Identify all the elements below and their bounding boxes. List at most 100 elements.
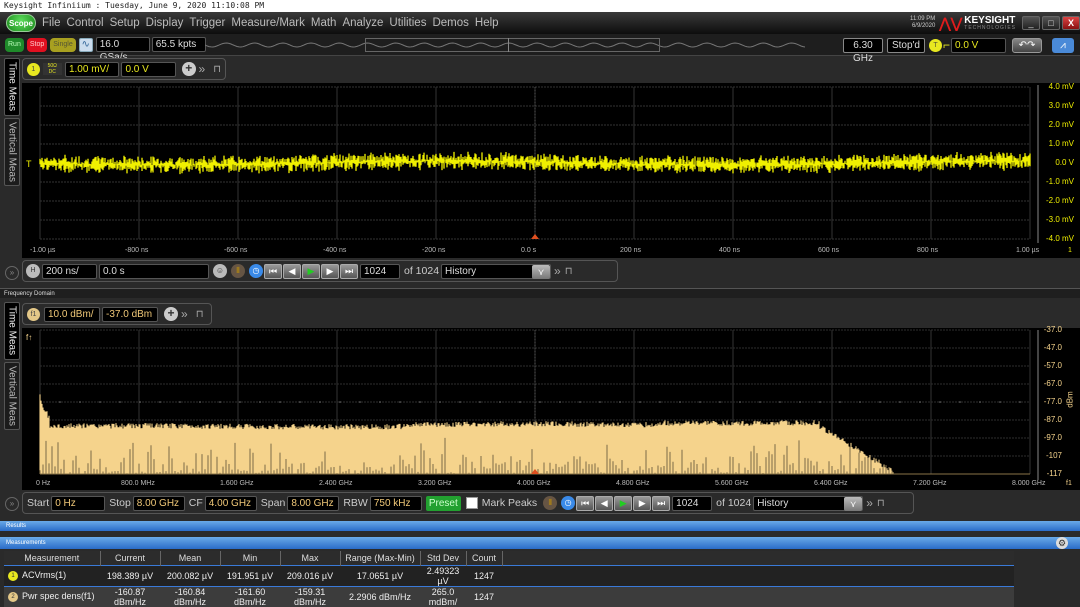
dropdown-icon[interactable]: ⋎ [532,264,551,279]
undo-redo-button[interactable]: ↶↷ [1012,37,1042,53]
trigger-level[interactable]: 0.0 V [951,37,1006,53]
menu-control[interactable]: Control [67,17,104,29]
keysight-wave-icon: ⋀⋁ [939,14,963,31]
minimize-button[interactable]: _ [1022,16,1040,30]
vertical-offset[interactable]: 0.0 V [121,61,176,77]
segment-number[interactable]: 1024 [360,263,400,279]
first-segment-button[interactable]: ⏮ [576,495,595,511]
dropdown-icon[interactable]: ⋎ [844,496,863,511]
tab-time-meas-freq[interactable]: Time Meas [4,302,20,360]
next-segment-button[interactable]: ▶ [633,495,652,511]
run-button[interactable]: Run [5,37,24,52]
col-measurement[interactable]: Measurement [4,551,101,565]
time-scale[interactable]: 200 ns/ [42,263,97,279]
expand-side-button[interactable]: » [5,497,19,511]
table-row[interactable]: 2 Pwr spec dens(f1) -160.87 dBm/Hz -160.8… [4,586,1014,607]
span-frequency[interactable]: 8.00 GHz [287,495,340,511]
menu-display[interactable]: Display [146,17,184,29]
stop-frequency[interactable]: 8.00 GHz [132,495,185,511]
bandwidth-field[interactable]: 6.30 GHz [842,37,883,64]
grid-dot [399,401,401,403]
col-std-dev[interactable]: Std Dev [420,551,467,565]
pin-icon[interactable]: ⊓ [196,309,204,320]
menu-demos[interactable]: Demos [432,17,468,29]
history-select[interactable]: History ⋎ [753,495,864,511]
zoom-window-indicator[interactable] [365,38,660,52]
preset-button[interactable]: Preset [425,495,461,511]
time-domain-plot[interactable]: T [22,83,1080,258]
time-delay[interactable]: 0.0 s [99,263,209,279]
add-icon[interactable]: + [164,307,178,321]
grid-dot [879,401,881,403]
segments-icon[interactable]: ⦀ [543,496,558,510]
chevron-right-icon[interactable]: » [199,62,206,76]
menu-file[interactable]: File [42,17,61,29]
channel1-controls: 1 50Ω DC 1.00 mV/ 0.0 V + » ⊓ [22,58,226,80]
menu-help[interactable]: Help [475,17,499,29]
chevron-right-icon[interactable]: » [554,264,561,278]
close-button[interactable]: X [1062,16,1080,30]
menu-trigger[interactable]: Trigger [189,17,225,29]
play-button[interactable]: ▶ [302,263,320,279]
expand-side-button[interactable]: » [5,266,19,280]
channel1-badge[interactable]: 1 [27,62,40,76]
trigger-badge[interactable]: T [928,38,942,52]
col-current[interactable]: Current [100,551,161,565]
freq-vertical-scale[interactable]: 10.0 dBm/ [44,306,100,322]
col-mean[interactable]: Mean [160,551,221,565]
mode-icon[interactable]: ⩘ [1052,37,1074,53]
table-row[interactable]: 1 ACVrms(1) 198.389 µV 200.082 µV 191.951… [4,564,1014,587]
sample-rate[interactable]: 16.0 GSa/s [95,37,150,63]
tab-time-meas[interactable]: Time Meas [4,58,20,116]
vertical-scale[interactable]: 1.00 mV/ [64,61,120,77]
pin-icon[interactable]: ⊓ [565,266,573,277]
menu-analyze[interactable]: Analyze [342,17,383,29]
first-segment-button[interactable]: ⏮ [264,263,282,279]
rbw-value[interactable]: 750 kHz [369,495,422,511]
scope-button[interactable]: Scope [6,14,36,32]
menu-setup[interactable]: Setup [110,17,140,29]
chevron-right-icon[interactable]: » [866,496,873,510]
history-select[interactable]: History ⋎ [441,263,552,279]
prev-segment-button[interactable]: ◀ [595,495,614,511]
prev-segment-button[interactable]: ◀ [283,263,301,279]
grid-dot [419,401,421,403]
autoscale-icon[interactable]: ∿ [78,37,93,52]
face-icon[interactable]: ☺ [213,264,227,278]
tab-vertical-meas-freq[interactable]: Vertical Meas [4,362,20,430]
horizontal-badge[interactable]: H [26,264,40,278]
add-icon[interactable]: + [181,62,196,76]
memory-depth[interactable]: 65.5 kpts [151,37,206,52]
maximize-button[interactable]: □ [1042,16,1060,30]
clock-icon[interactable]: ◷ [249,264,263,278]
gear-icon[interactable]: ⚙ [1056,537,1068,549]
last-segment-button[interactable]: ⏭ [340,263,358,279]
menu-utilities[interactable]: Utilities [389,17,426,29]
rising-edge-icon[interactable]: ⌐ [943,38,950,52]
menu-math[interactable]: Math [311,17,337,29]
center-frequency[interactable]: 4.00 GHz [204,495,257,511]
pin-icon[interactable]: ⊓ [877,498,885,509]
tab-vertical-meas[interactable]: Vertical Meas [4,118,20,186]
stop-button[interactable]: Stop [26,37,48,52]
menu-bar: Scope File Control Setup Display Trigger… [0,12,1080,34]
segments-icon[interactable]: ⦀ [231,264,245,278]
mark-peaks-checkbox[interactable] [465,497,478,509]
start-frequency[interactable]: 0 Hz [51,495,106,511]
play-button[interactable]: ▶ [614,495,633,511]
last-segment-button[interactable]: ⏭ [652,495,671,511]
frequency-domain-plot[interactable]: f↑ [22,328,1080,490]
col-max[interactable]: Max [280,551,341,565]
segment-number[interactable]: 1024 [672,495,713,511]
next-segment-button[interactable]: ▶ [321,263,339,279]
menu-measure-mark[interactable]: Measure/Mark [231,17,305,29]
single-button[interactable]: Single [50,37,76,52]
pin-icon[interactable]: ⊓ [213,64,221,75]
col-range[interactable]: Range (Max-Min) [340,551,421,565]
chevron-right-icon[interactable]: » [181,307,188,321]
col-min[interactable]: Min [220,551,281,565]
clock-icon[interactable]: ◷ [561,496,576,510]
f1-badge[interactable]: f1 [27,307,40,321]
freq-vertical-offset[interactable]: -37.0 dBm [102,306,158,322]
col-count[interactable]: Count [466,551,503,565]
